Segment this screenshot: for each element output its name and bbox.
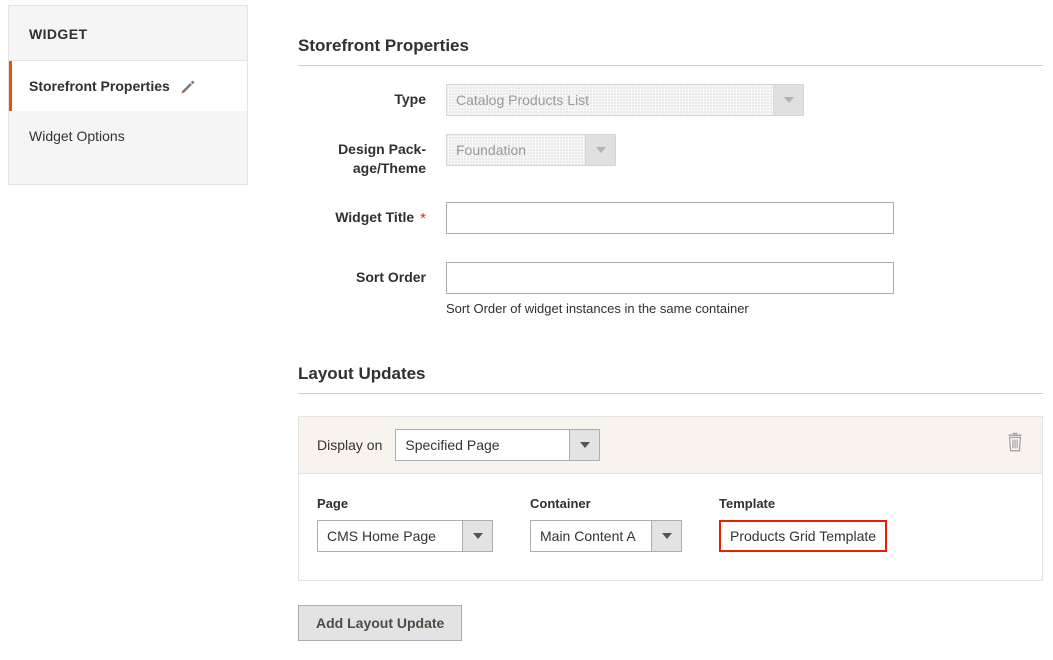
section-divider: [298, 393, 1043, 394]
sidebar-item-list: Storefront Properties Widget Options: [8, 60, 248, 185]
layout-update-header: Display on Specified Page: [299, 417, 1042, 474]
layout-column-template: Template Products Grid Template: [719, 496, 888, 552]
sidebar-bottom-spacer: [9, 161, 247, 184]
type-control: Catalog Products List: [446, 84, 804, 116]
main-content: Storefront Properties Type Catalog Produ…: [298, 0, 1043, 641]
sort-order-note: Sort Order of widget instances in the sa…: [446, 301, 749, 316]
widget-configuration-page: WIDGET Storefront Properties Widget Opti…: [0, 0, 1053, 660]
chevron-down-icon: [773, 85, 803, 115]
sidebar-item-storefront-properties[interactable]: Storefront Properties: [9, 61, 247, 111]
template-label: Template: [719, 496, 776, 511]
widget-title-label-text: Widget Title: [335, 209, 415, 225]
design-package-theme-control: Foundation: [446, 134, 616, 166]
field-row-type: Type Catalog Products List: [298, 84, 1043, 116]
design-package-theme-label-line2: age/Theme: [352, 160, 426, 176]
chevron-down-icon: [585, 135, 615, 165]
container-label: Container: [530, 496, 591, 511]
required-marker: *: [420, 210, 426, 227]
display-on-select-value: Specified Page: [405, 437, 500, 453]
pencil-icon: [181, 80, 195, 94]
field-row-sort-order: Sort Order Sort Order of widget instance…: [298, 262, 1043, 316]
container-select[interactable]: Main Content A: [530, 520, 682, 552]
layout-updates-heading: Layout Updates: [298, 364, 426, 383]
sort-order-label: Sort Order: [355, 269, 426, 285]
design-package-theme-select-value: Foundation: [456, 142, 527, 158]
chevron-down-icon: [462, 521, 492, 551]
sidebar-item-widget-options[interactable]: Widget Options: [9, 111, 247, 161]
design-package-theme-label-line1: Design Pack-: [338, 141, 426, 157]
design-package-theme-select[interactable]: Foundation: [446, 134, 616, 166]
template-select[interactable]: Products Grid Template: [719, 520, 888, 552]
field-row-design-package-theme: Design Pack- age/Theme Foundation: [298, 134, 1043, 178]
widget-title-label: Widget Title *: [298, 202, 426, 228]
design-package-theme-label: Design Pack- age/Theme: [298, 134, 426, 178]
sort-order-control: Sort Order of widget instances in the sa…: [446, 262, 894, 316]
sidebar-item-label: Storefront Properties: [29, 78, 170, 94]
page-select-value: CMS Home Page: [327, 528, 436, 544]
section-divider: [298, 65, 1043, 66]
trash-icon[interactable]: [1006, 432, 1024, 458]
layout-column-container: Container Main Content A: [530, 496, 682, 552]
layout-update-panel: Display on Specified Page Page CMS Home …: [298, 416, 1043, 581]
type-select-value: Catalog Products List: [456, 92, 590, 108]
field-row-widget-title: Widget Title *: [298, 202, 1043, 234]
sidebar-header: WIDGET: [8, 5, 248, 60]
page-label: Page: [317, 496, 349, 511]
widget-title-input[interactable]: [446, 202, 894, 234]
display-on-select[interactable]: Specified Page: [395, 429, 601, 461]
layout-update-body: Page CMS Home Page Container Main Conten…: [299, 474, 1042, 580]
sidebar: WIDGET Storefront Properties Widget Opti…: [8, 5, 248, 185]
page-select[interactable]: CMS Home Page: [317, 520, 493, 552]
display-on-label: Display on: [317, 437, 383, 453]
type-select[interactable]: Catalog Products List: [446, 84, 804, 116]
layout-column-page: Page CMS Home Page: [317, 496, 493, 552]
sidebar-item-label: Widget Options: [29, 128, 125, 144]
add-layout-update-button[interactable]: Add Layout Update: [298, 605, 463, 641]
template-select-value: Products Grid Template: [730, 528, 877, 544]
type-label: Type: [394, 91, 426, 107]
container-select-value: Main Content A: [540, 528, 636, 544]
storefront-properties-heading: Storefront Properties: [298, 36, 469, 55]
sort-order-input[interactable]: [446, 262, 894, 294]
chevron-down-icon: [569, 430, 600, 460]
widget-title-control: [446, 202, 894, 234]
chevron-down-icon: [651, 521, 681, 551]
